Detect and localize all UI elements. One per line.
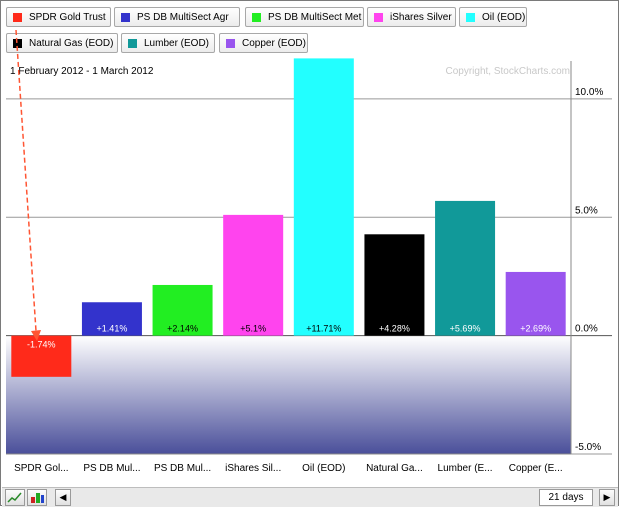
period-display: 21 days — [539, 489, 593, 506]
category-label: PS DB Mul... — [154, 463, 211, 474]
y-tick-labels: 10.0% 5.0% 0.0% -5.0% — [575, 87, 603, 453]
bar-value-label: +5.1% — [240, 324, 266, 334]
copyright-text: Copyright, StockCharts.com — [446, 66, 571, 77]
bar-value-label: +1.41% — [97, 324, 128, 334]
category-label: Copper (E... — [509, 463, 563, 474]
bar-chart-button[interactable] — [27, 489, 47, 506]
category-label: Lumber (E... — [438, 463, 493, 474]
category-label: Oil (EOD) — [302, 463, 345, 474]
bottom-toolbar: ◀ 21 days ▶ — [2, 487, 618, 507]
bar-value-label: -1.74% — [27, 340, 56, 350]
negative-zone — [6, 335, 571, 454]
bar-7[interactable] — [435, 200, 496, 336]
perfchart: -1.74% +1.41% +2.14% +5.1% +11.71% +4.28% +5.6… — [6, 29, 612, 474]
line-chart-icon — [7, 492, 22, 503]
line-chart-button[interactable] — [5, 489, 25, 506]
bar-value-label: +2.14% — [167, 324, 198, 334]
bar-4[interactable] — [223, 214, 284, 336]
y-tick-label: -5.0% — [575, 442, 601, 453]
category-label: iShares Sil... — [225, 463, 281, 474]
y-tick-label: 10.0% — [575, 87, 603, 98]
category-label: SPDR Gol... — [14, 463, 68, 474]
date-range: 1 February 2012 - 1 March 2012 — [10, 66, 154, 77]
bar-6[interactable] — [364, 234, 425, 336]
category-label: Natural Ga... — [366, 463, 423, 474]
bar-chart-icon — [31, 493, 44, 503]
bar-value-label: +5.69% — [450, 324, 481, 334]
chart-window: SPDR Gold Trust PS DB MultiSect Agr PS DB … — [0, 0, 619, 507]
bar-value-label: +11.71% — [306, 324, 341, 334]
category-labels: SPDR Gol... PS DB Mul... PS DB Mul... iShar… — [14, 463, 563, 474]
bar-value-label: +2.69% — [520, 324, 551, 334]
scroll-left-button[interactable]: ◀ — [55, 489, 71, 506]
arrow-left-icon: ◀ — [59, 492, 67, 502]
y-tick-label: 0.0% — [575, 324, 598, 335]
bar-5[interactable] — [293, 58, 354, 336]
arrow-right-icon: ▶ — [603, 492, 611, 502]
category-label: PS DB Mul... — [83, 463, 140, 474]
scroll-right-button[interactable]: ▶ — [599, 489, 615, 506]
y-tick-label: 5.0% — [575, 205, 598, 216]
bar-value-label: +4.28% — [379, 324, 410, 334]
